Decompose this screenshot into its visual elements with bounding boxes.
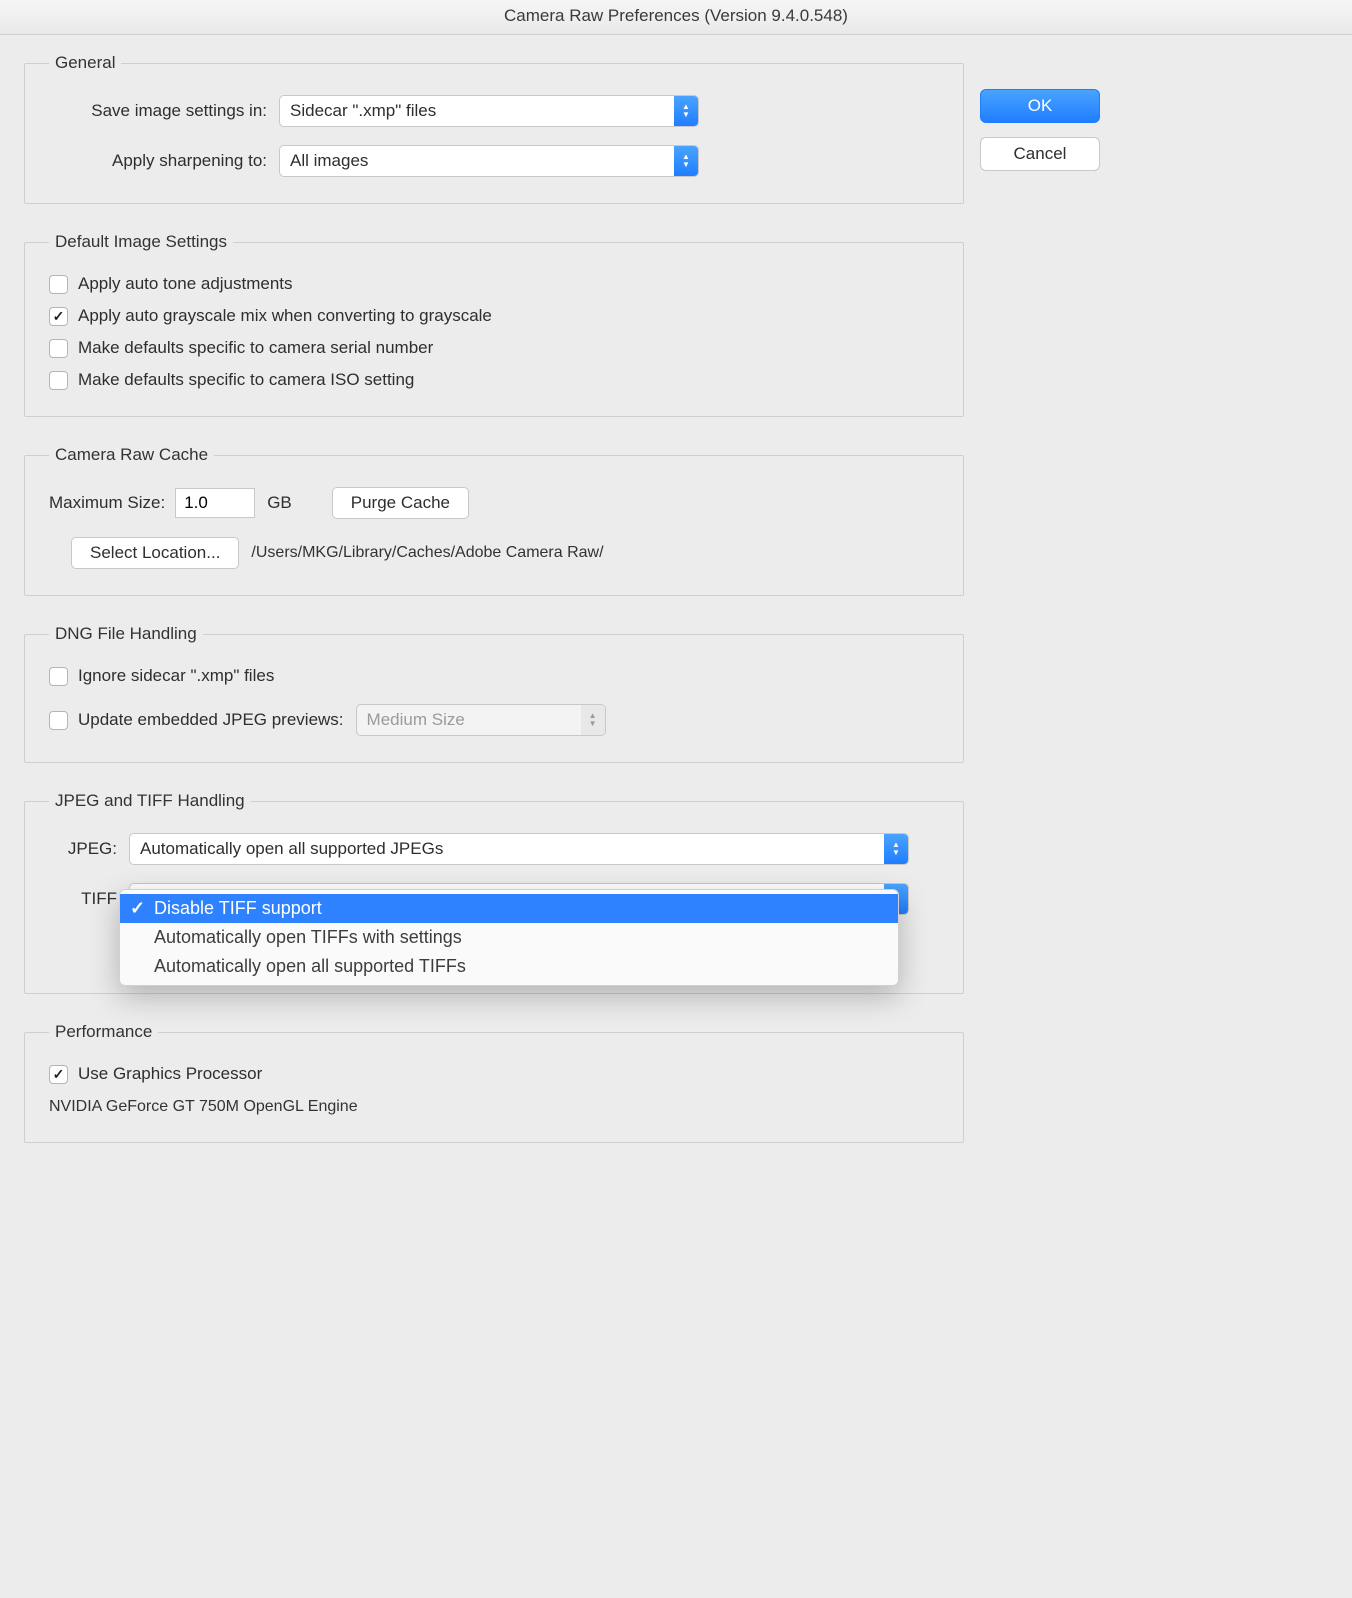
auto-grayscale-label: Apply auto grayscale mix when converting…	[78, 306, 492, 326]
purge-cache-button[interactable]: Purge Cache	[332, 487, 469, 519]
gb-label: GB	[267, 493, 292, 513]
general-legend: General	[49, 53, 121, 73]
jpeg-label: JPEG:	[49, 839, 129, 859]
cache-group: Camera Raw Cache Maximum Size: GB Purge …	[24, 445, 964, 596]
update-jpeg-label: Update embedded JPEG previews:	[78, 710, 344, 730]
jpeg-preview-select: Medium Size ▲▼	[356, 704, 606, 736]
cache-path: /Users/MKG/Library/Caches/Adobe Camera R…	[251, 544, 603, 562]
sharpening-select[interactable]: All images ▲▼	[279, 145, 699, 177]
jpeg-preview-value: Medium Size	[357, 710, 581, 730]
save-settings-value: Sidecar ".xmp" files	[280, 101, 674, 121]
sharpening-value: All images	[280, 151, 674, 171]
iso-label: Make defaults specific to camera ISO set…	[78, 370, 414, 390]
jpeg-select[interactable]: Automatically open all supported JPEGs ▲…	[129, 833, 909, 865]
serial-label: Make defaults specific to camera serial …	[78, 338, 433, 358]
ok-button[interactable]: OK	[980, 89, 1100, 123]
updown-icon: ▲▼	[674, 96, 698, 126]
cache-legend: Camera Raw Cache	[49, 445, 214, 465]
performance-group: Performance Use Graphics Processor NVIDI…	[24, 1022, 964, 1143]
gpu-label: Use Graphics Processor	[78, 1064, 262, 1084]
select-location-button[interactable]: Select Location...	[71, 537, 239, 569]
tiff-option-disable[interactable]: Disable TIFF support	[120, 894, 898, 923]
jpeg-tiff-legend: JPEG and TIFF Handling	[49, 791, 251, 811]
updown-icon: ▲▼	[674, 146, 698, 176]
auto-tone-label: Apply auto tone adjustments	[78, 274, 293, 294]
jpeg-tiff-group: JPEG and TIFF Handling JPEG: Automatical…	[24, 791, 964, 994]
ignore-sidecar-label: Ignore sidecar ".xmp" files	[78, 666, 274, 686]
gpu-name: NVIDIA GeForce GT 750M OpenGL Engine	[49, 1098, 943, 1116]
general-group: General Save image settings in: Sidecar …	[24, 53, 964, 204]
defaults-group: Default Image Settings Apply auto tone a…	[24, 232, 964, 417]
updown-icon: ▲▼	[581, 705, 605, 735]
performance-legend: Performance	[49, 1022, 158, 1042]
tiff-option-all-supported[interactable]: Automatically open all supported TIFFs	[120, 952, 898, 981]
defaults-legend: Default Image Settings	[49, 232, 233, 252]
tiff-label: TIFF	[49, 889, 129, 909]
cancel-button[interactable]: Cancel	[980, 137, 1100, 171]
dng-legend: DNG File Handling	[49, 624, 203, 644]
tiff-option-with-settings[interactable]: Automatically open TIFFs with settings	[120, 923, 898, 952]
jpeg-value: Automatically open all supported JPEGs	[130, 839, 884, 859]
save-settings-select[interactable]: Sidecar ".xmp" files ▲▼	[279, 95, 699, 127]
ignore-sidecar-checkbox[interactable]	[49, 667, 68, 686]
updown-icon: ▲▼	[884, 834, 908, 864]
tiff-dropdown-menu[interactable]: Disable TIFF support Automatically open …	[119, 889, 899, 986]
auto-grayscale-checkbox[interactable]	[49, 307, 68, 326]
update-jpeg-checkbox[interactable]	[49, 711, 68, 730]
max-size-input[interactable]	[175, 488, 255, 518]
serial-checkbox[interactable]	[49, 339, 68, 358]
sharpening-label: Apply sharpening to:	[49, 151, 279, 171]
gpu-checkbox[interactable]	[49, 1065, 68, 1084]
window-title: Camera Raw Preferences (Version 9.4.0.54…	[0, 0, 1352, 35]
auto-tone-checkbox[interactable]	[49, 275, 68, 294]
dng-group: DNG File Handling Ignore sidecar ".xmp" …	[24, 624, 964, 763]
iso-checkbox[interactable]	[49, 371, 68, 390]
max-size-label: Maximum Size:	[49, 493, 165, 513]
save-settings-label: Save image settings in:	[49, 101, 279, 121]
